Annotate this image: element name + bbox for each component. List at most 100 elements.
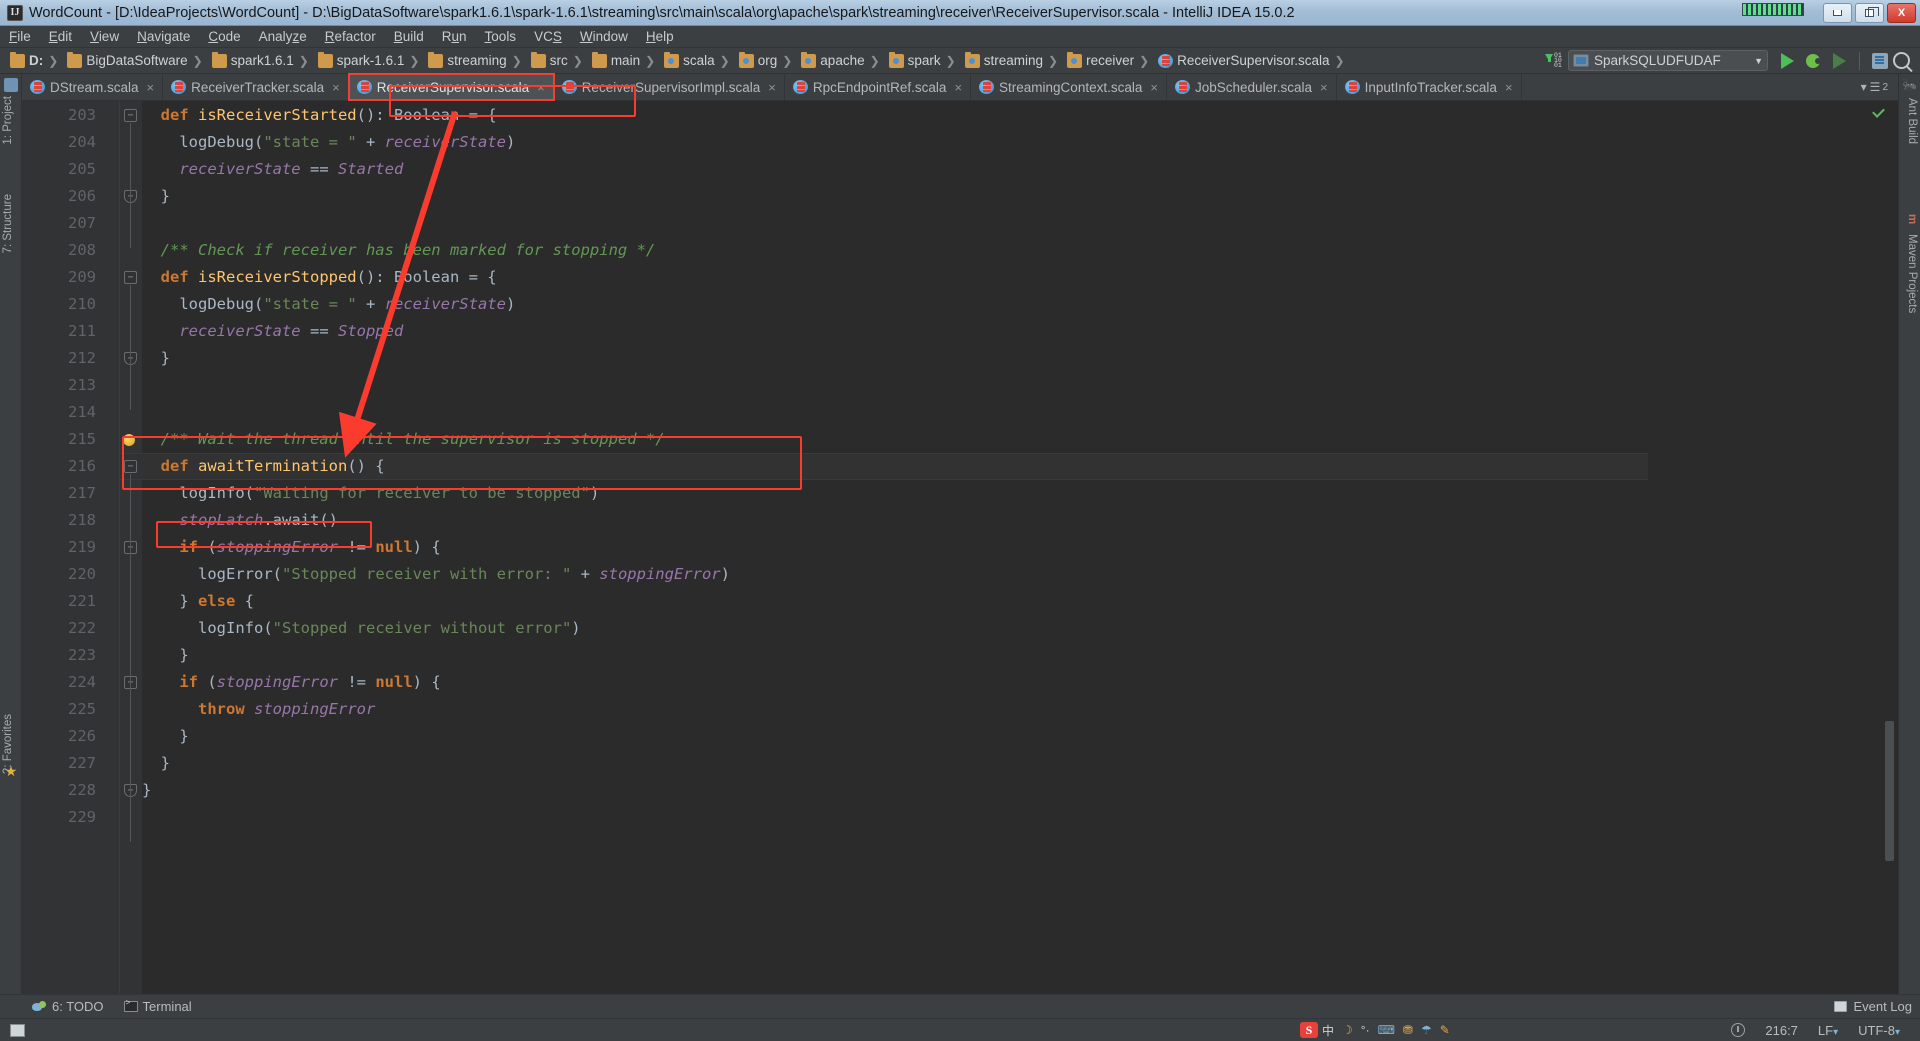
intention-bulb-icon[interactable]: [123, 434, 135, 446]
code-line[interactable]: logError("Stopped receiver with error: "…: [142, 561, 730, 588]
ime-mode-chinese[interactable]: 中: [1322, 1022, 1334, 1039]
menu-file[interactable]: File: [0, 28, 40, 45]
code-line[interactable]: throw stoppingError: [142, 696, 375, 723]
ime-moon-icon[interactable]: ☽: [1342, 1023, 1353, 1037]
run-coverage-button[interactable]: [1826, 49, 1852, 73]
code-line[interactable]: receiverState == Started: [142, 156, 403, 183]
breadcrumb-item-receiversupervisorscala[interactable]: ReceiverSupervisor.scala ❯: [1154, 50, 1349, 72]
ime-punctuation-icon[interactable]: °·: [1361, 1023, 1370, 1037]
code-line[interactable]: def isReceiverStopped(): Boolean = {: [142, 264, 497, 291]
menu-run[interactable]: Run: [433, 28, 476, 45]
breadcrumb-item-spark[interactable]: spark ❯: [885, 50, 961, 72]
scrollbar-thumb[interactable]: [1885, 721, 1894, 861]
code-line[interactable]: }: [142, 777, 151, 804]
code-line[interactable]: stopLatch.await(): [142, 507, 338, 534]
code-line[interactable]: }: [142, 750, 170, 777]
tab-jobscheduler[interactable]: JobScheduler.scala ×: [1167, 74, 1337, 100]
code-line[interactable]: }: [142, 183, 170, 210]
close-icon[interactable]: ×: [954, 80, 962, 95]
breadcrumb-item-apache[interactable]: apache ❯: [797, 50, 884, 72]
code-line[interactable]: }: [142, 345, 170, 372]
tab-receiversupervisor[interactable]: ReceiverSupervisor.scala ×: [347, 73, 555, 101]
tool-window-todo[interactable]: 6: TODO: [22, 999, 114, 1014]
fold-toggle-icon[interactable]: −: [124, 460, 137, 473]
code-line[interactable]: if (stoppingError != null) {: [142, 534, 440, 561]
run-configuration-selector[interactable]: SparkSQLUDFUDAF ▼: [1568, 50, 1768, 71]
tab-rpcendpointref[interactable]: RpcEndpointRef.scala ×: [785, 74, 972, 100]
sidebar-item-ant-build[interactable]: Ant Build: [1906, 98, 1918, 144]
code-line[interactable]: }: [142, 642, 188, 669]
sidebar-item-project[interactable]: 1: Project: [2, 96, 14, 145]
menu-help[interactable]: Help: [637, 28, 683, 45]
menu-vcs[interactable]: VCS: [525, 28, 571, 45]
tool-window-terminal[interactable]: Terminal: [114, 999, 202, 1014]
caret-position[interactable]: 216:7: [1755, 1023, 1808, 1038]
line-separator[interactable]: LF▾: [1808, 1023, 1848, 1038]
code-line[interactable]: }: [142, 723, 188, 750]
menu-build[interactable]: Build: [385, 28, 433, 45]
code-line[interactable]: } else {: [142, 588, 254, 615]
menu-view[interactable]: View: [81, 28, 128, 45]
menu-analyze[interactable]: Analyze: [250, 28, 316, 45]
editor-scrollbar[interactable]: [1885, 101, 1896, 994]
close-icon[interactable]: ×: [332, 80, 340, 95]
code-line[interactable]: def isReceiverStarted(): Boolean = {: [142, 102, 497, 129]
editor-content[interactable]: 203− def isReceiverStarted(): Boolean = …: [22, 101, 1898, 994]
status-bar-toggle-icon[interactable]: [10, 1023, 25, 1037]
code-line[interactable]: logInfo("Stopped receiver without error"…: [142, 615, 581, 642]
menu-navigate[interactable]: Navigate: [128, 28, 199, 45]
breadcrumb-item-streaming[interactable]: streaming ❯: [961, 50, 1063, 72]
read-only-lock-icon[interactable]: [1731, 1023, 1746, 1037]
debug-button[interactable]: [1800, 49, 1826, 73]
sogou-ime-icon[interactable]: S: [1300, 1022, 1318, 1038]
code-line[interactable]: logDebug("state = " + receiverState): [142, 129, 515, 156]
run-button[interactable]: [1774, 49, 1800, 73]
ime-settings-icon[interactable]: ✎: [1440, 1023, 1450, 1037]
breadcrumb-item-src[interactable]: src ❯: [527, 50, 588, 72]
download-updates-icon[interactable]: 01 10 01: [1544, 52, 1562, 70]
close-icon[interactable]: ×: [1150, 80, 1158, 95]
breadcrumb-item-spark161[interactable]: spark-1.6.1 ❯: [314, 50, 425, 72]
tool-window-event-log[interactable]: Event Log: [1834, 999, 1912, 1014]
close-icon[interactable]: ×: [147, 80, 155, 95]
menu-tools[interactable]: Tools: [476, 28, 526, 45]
code-line[interactable]: logInfo("Waiting for receiver to be stop…: [142, 480, 599, 507]
breadcrumb-item-org[interactable]: org ❯: [735, 50, 798, 72]
breadcrumb-item-spark161[interactable]: spark1.6.1 ❯: [208, 50, 314, 72]
ime-umbrella-icon[interactable]: ☂: [1421, 1023, 1432, 1037]
tab-streamingcontext[interactable]: StreamingContext.scala ×: [971, 74, 1167, 100]
fold-toggle-icon[interactable]: −: [124, 271, 137, 284]
restore-button[interactable]: [1855, 2, 1884, 23]
tab-receiversupervisorimpl[interactable]: ReceiverSupervisorImpl.scala ×: [554, 74, 785, 100]
close-icon[interactable]: ×: [1505, 80, 1513, 95]
breadcrumb-item-d[interactable]: D: ❯: [6, 50, 63, 72]
file-encoding[interactable]: UTF-8▾: [1848, 1023, 1910, 1038]
ime-toolbox-icon[interactable]: ⛃: [1403, 1023, 1413, 1037]
breadcrumb-item-bigdatasoftware[interactable]: BigDataSoftware ❯: [63, 50, 207, 72]
search-icon[interactable]: [1893, 52, 1910, 69]
code-line[interactable]: /** Check if receiver has been marked fo…: [142, 237, 656, 264]
menu-refactor[interactable]: Refactor: [316, 28, 385, 45]
ime-keyboard-icon[interactable]: ⌨: [1378, 1023, 1395, 1037]
tab-list-button[interactable]: ▾ ☰ 2: [1855, 80, 1894, 94]
breadcrumb-item-receiver[interactable]: receiver ❯: [1063, 50, 1154, 72]
breadcrumb-item-streaming[interactable]: streaming ❯: [424, 50, 526, 72]
sidebar-item-maven-projects[interactable]: Maven Projects: [1906, 234, 1918, 313]
code-line[interactable]: receiverState == Stopped: [142, 318, 403, 345]
code-line[interactable]: def awaitTermination() {: [142, 453, 385, 480]
code-line[interactable]: /** Wait the thread until the supervisor…: [142, 426, 665, 453]
code-editor[interactable]: 203− def isReceiverStarted(): Boolean = …: [22, 101, 1898, 994]
structure-button[interactable]: [1867, 49, 1893, 73]
tab-dstream[interactable]: DStream.scala ×: [22, 74, 164, 100]
code-line[interactable]: logDebug("state = " + receiverState): [142, 291, 515, 318]
close-icon[interactable]: ×: [537, 80, 545, 95]
breadcrumb-item-main[interactable]: main ❯: [588, 50, 660, 72]
close-icon[interactable]: ×: [1320, 80, 1328, 95]
menu-code[interactable]: Code: [199, 28, 249, 45]
fold-toggle-icon[interactable]: −: [124, 109, 137, 122]
tab-receivertracker[interactable]: ReceiverTracker.scala ×: [163, 74, 349, 100]
close-button[interactable]: X: [1887, 2, 1916, 23]
code-line[interactable]: if (stoppingError != null) {: [142, 669, 440, 696]
breadcrumb-item-scala[interactable]: scala ❯: [660, 50, 735, 72]
close-icon[interactable]: ×: [768, 80, 776, 95]
